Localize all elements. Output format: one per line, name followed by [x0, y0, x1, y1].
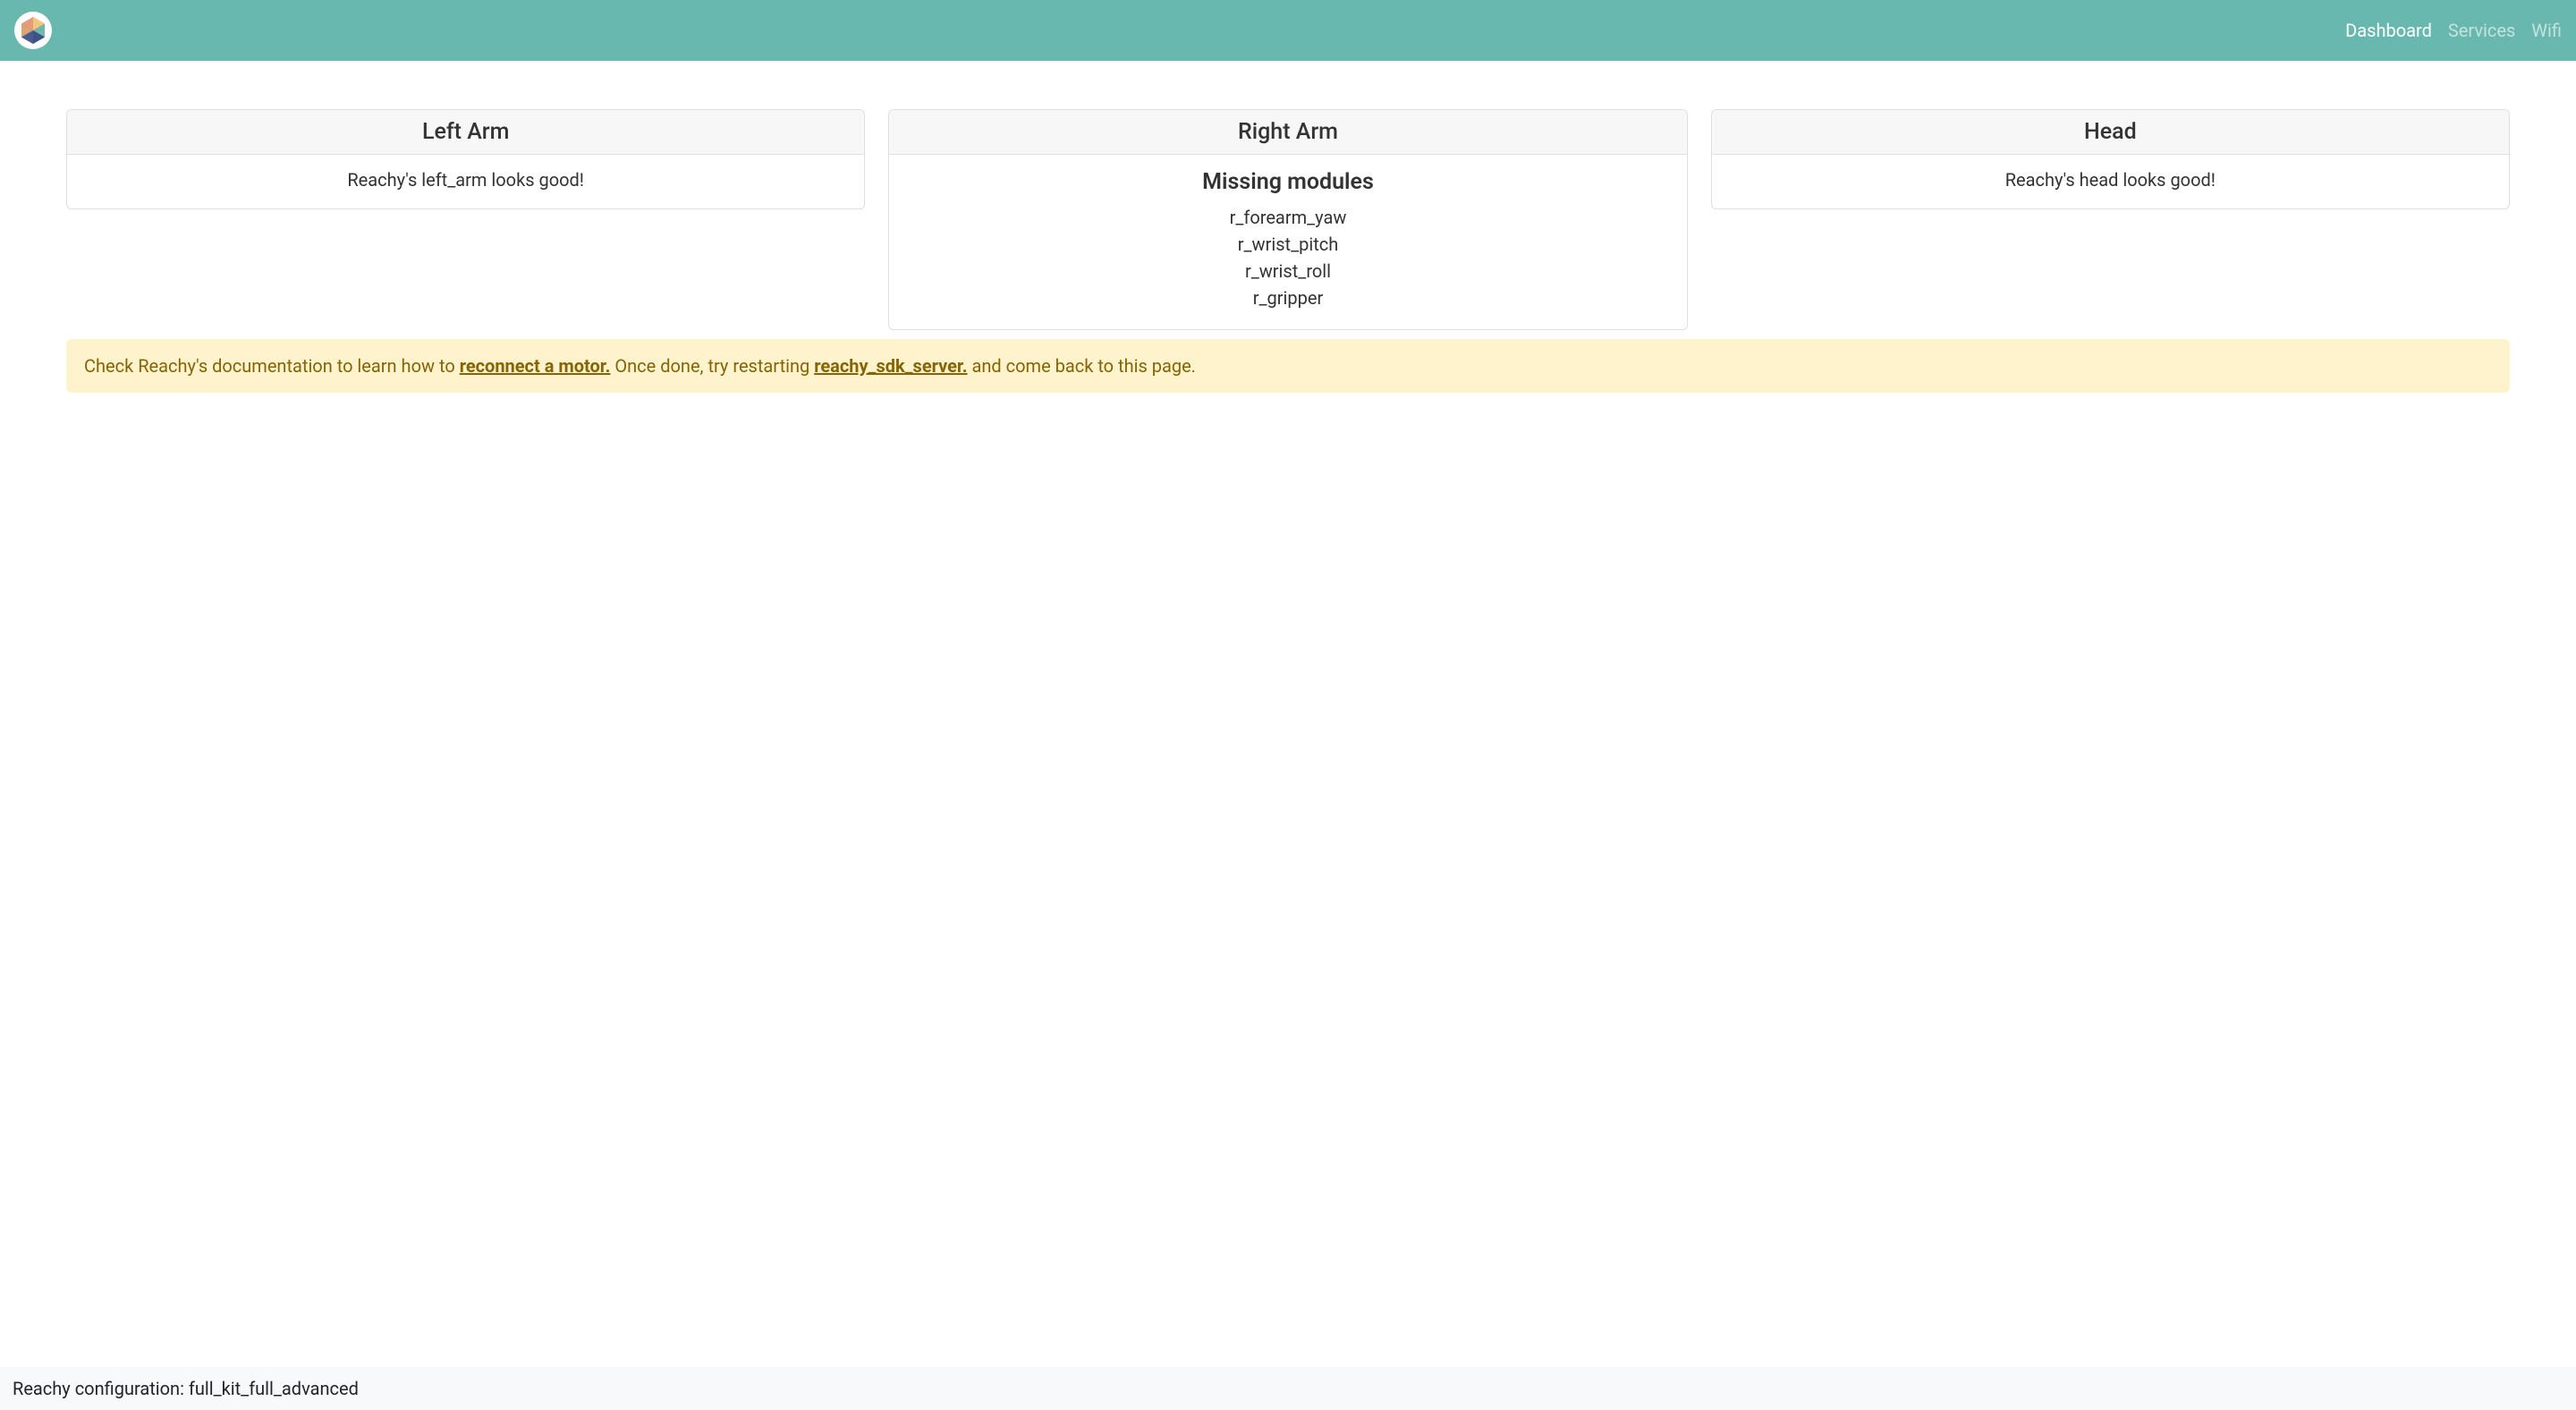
navbar: Dashboard Services Wifi [0, 0, 2576, 61]
card-title-right-arm: Right Arm [903, 119, 1672, 145]
card-title-left-arm: Left Arm [81, 119, 850, 145]
alert-warning: Check Reachy's documentation to learn ho… [66, 339, 2510, 393]
missing-module-item: r_wrist_pitch [903, 231, 1672, 258]
card-body-right-arm: Missing modules r_forearm_yaw r_wrist_pi… [889, 155, 1686, 329]
footer-config-text: Reachy configuration: full_kit_full_adva… [13, 1378, 359, 1399]
status-head: Reachy's head looks good! [1726, 169, 2495, 191]
nav-dashboard[interactable]: Dashboard [2345, 20, 2432, 41]
card-right-arm: Right Arm Missing modules r_forearm_yaw … [888, 109, 1687, 330]
missing-module-item: r_wrist_roll [903, 258, 1672, 285]
cards-row: Left Arm Reachy's left_arm looks good! R… [66, 109, 2510, 330]
card-header-head: Head [1712, 110, 2509, 155]
card-left-arm: Left Arm Reachy's left_arm looks good! [66, 109, 865, 209]
card-title-head: Head [1726, 119, 2495, 145]
link-reconnect-motor[interactable]: reconnect a motor. [460, 355, 611, 377]
card-body-left-arm: Reachy's left_arm looks good! [67, 155, 864, 208]
card-head: Head Reachy's head looks good! [1711, 109, 2510, 209]
alert-text-prefix: Check Reachy's documentation to learn ho… [84, 355, 460, 377]
nav-links: Dashboard Services Wifi [2345, 20, 2562, 41]
alert-text-middle: Once done, try restarting [610, 355, 814, 377]
nav-services[interactable]: Services [2448, 20, 2515, 41]
status-left-arm: Reachy's left_arm looks good! [81, 169, 850, 191]
card-header-left-arm: Left Arm [67, 110, 864, 155]
alert-text-suffix: and come back to this page. [968, 355, 1196, 377]
card-body-head: Reachy's head looks good! [1712, 155, 2509, 208]
main-content: Left Arm Reachy's left_arm looks good! R… [0, 61, 2576, 1367]
logo-icon[interactable] [14, 12, 52, 49]
link-reachy-sdk-server[interactable]: reachy_sdk_server. [814, 355, 967, 377]
footer: Reachy configuration: full_kit_full_adva… [0, 1367, 2576, 1410]
card-header-right-arm: Right Arm [889, 110, 1686, 155]
nav-wifi[interactable]: Wifi [2531, 20, 2562, 41]
missing-module-item: r_forearm_yaw [903, 204, 1672, 231]
missing-module-item: r_gripper [903, 285, 1672, 311]
missing-modules-heading: Missing modules [903, 169, 1672, 195]
